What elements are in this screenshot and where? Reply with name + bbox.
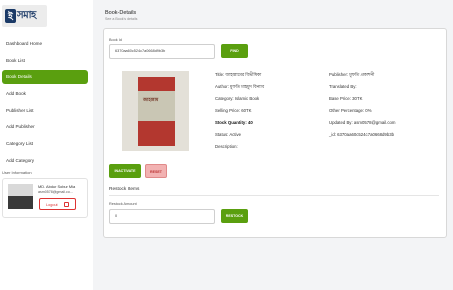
book-cover-title: জাহান্নাম bbox=[143, 97, 159, 102]
avatar-ground bbox=[8, 196, 33, 209]
logout-icon bbox=[64, 202, 69, 207]
book-id-input[interactable]: 6370aa60c524c7a0668d9b3b bbox=[109, 44, 215, 59]
book-translator: Translated By: bbox=[329, 84, 357, 89]
logout-button[interactable]: Logout bbox=[39, 198, 76, 210]
restock-divider bbox=[109, 195, 439, 196]
book-status: Status: Active bbox=[215, 132, 242, 137]
user-card: MD. Abdur Sobur Mia asm0578@gmail.co... … bbox=[2, 178, 88, 218]
sidebar-item-book-list[interactable]: Book List bbox=[2, 54, 88, 68]
restock-title: Restock Items bbox=[109, 187, 140, 192]
restock-button[interactable]: RESTOCK bbox=[221, 209, 248, 223]
book-description: Description: bbox=[215, 144, 238, 149]
logo-text: সমাহ bbox=[17, 10, 36, 21]
sidebar: ই সমাহ Dashboard Home Book List Book Det… bbox=[0, 0, 93, 290]
book-id-value: _id: 6370aa60c524c7a0668d9b3b bbox=[329, 132, 394, 137]
sidebar-item-category-list[interactable]: Category List bbox=[2, 137, 88, 151]
book-author: Author: মুফতি মাহমুদ বিন্যাব bbox=[215, 84, 265, 89]
book-id-label: Book Id bbox=[109, 38, 122, 42]
restock-amount-label: Restock Amount bbox=[109, 202, 137, 206]
reset-button[interactable]: RESET bbox=[145, 164, 167, 178]
book-title: Title: জাহান্নামের বিভীষিকা bbox=[215, 72, 262, 77]
book-selling-price: Selling Price: 60TK bbox=[215, 108, 252, 113]
book-cover-image: জাহান্নাম bbox=[122, 71, 189, 151]
avatar-sky bbox=[8, 184, 33, 196]
sidebar-item-publisher-list[interactable]: Publisher List bbox=[2, 104, 88, 118]
user-email: asm0578@gmail.co... bbox=[38, 190, 73, 194]
user-info-title: User Information bbox=[2, 170, 32, 175]
book-base-price: Base Price: 30TK bbox=[329, 96, 363, 101]
sidebar-item-add-category[interactable]: Add Category bbox=[2, 154, 88, 168]
book-updated-by: Updated By: asm0578@gmail.com bbox=[329, 120, 396, 125]
sidebar-item-add-publisher[interactable]: Add Publisher bbox=[2, 120, 88, 134]
logout-label: Logout bbox=[46, 203, 58, 207]
restock-amount-input[interactable]: 0 bbox=[109, 209, 215, 224]
main-content: Book-Details See a Book's details Book I… bbox=[93, 0, 453, 290]
book-category: Category: Islamic Book bbox=[215, 96, 260, 101]
book-details-card: Book Id 6370aa60c524c7a0668d9b3b FIND জা… bbox=[103, 28, 447, 238]
inactivate-button[interactable]: INACTIVATE bbox=[109, 164, 141, 178]
book-cover-band bbox=[138, 91, 175, 121]
app-logo[interactable]: ই সমাহ bbox=[2, 5, 47, 27]
sidebar-item-dashboard-home[interactable]: Dashboard Home bbox=[2, 37, 88, 51]
sidebar-item-book-details[interactable]: Book Details bbox=[2, 70, 88, 85]
sidebar-nav: Dashboard Home Book List Book Details Ad… bbox=[2, 37, 88, 171]
book-cover: জাহান্নাম bbox=[138, 77, 175, 146]
book-publisher: Publisher: মুফতি প্রকাশনী bbox=[329, 72, 375, 77]
avatar bbox=[8, 184, 33, 209]
page-subtitle: See a Book's details bbox=[105, 17, 138, 21]
logo-mark: ই bbox=[5, 9, 16, 23]
user-info-section: User Information MD. Abdur Sobur Mia asm… bbox=[2, 170, 88, 218]
book-other-percentage: Other Percentage: 0% bbox=[329, 108, 372, 113]
sidebar-item-add-book[interactable]: Add Book bbox=[2, 87, 88, 101]
book-stock-quantity: Stock Quantity: 40 bbox=[215, 120, 253, 125]
page-title: Book-Details bbox=[105, 10, 137, 16]
find-button[interactable]: FIND bbox=[221, 44, 248, 58]
user-name: MD. Abdur Sobur Mia bbox=[38, 184, 76, 189]
